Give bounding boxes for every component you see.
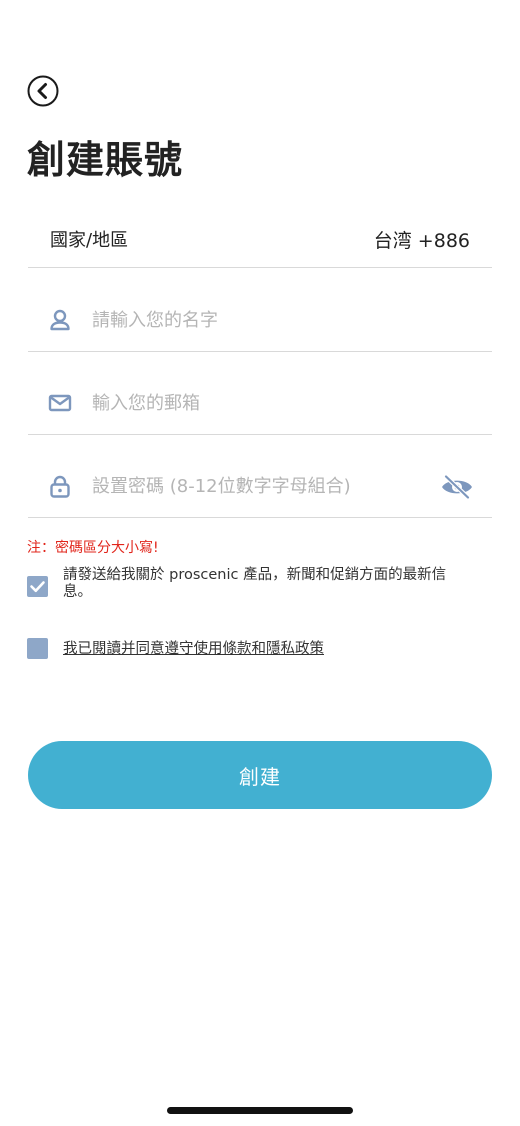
terms-checkbox[interactable] bbox=[27, 638, 48, 659]
back-button[interactable] bbox=[27, 75, 59, 107]
password-input[interactable] bbox=[92, 472, 422, 500]
create-account-button[interactable]: 創建 bbox=[28, 741, 492, 809]
lock-icon bbox=[50, 475, 70, 498]
password-case-note: 注：密碼區分大小寫! bbox=[27, 540, 159, 556]
country-label: 國家/地區 bbox=[50, 230, 129, 251]
country-selector[interactable]: 國家/地區 台湾 +886 bbox=[28, 196, 492, 268]
country-value: 台湾 +886 bbox=[373, 230, 470, 252]
eye-off-icon bbox=[442, 474, 472, 500]
home-indicator bbox=[167, 1107, 353, 1114]
newsletter-consent-text: 請發送給我關於 proscenic 產品，新聞和促銷方面的最新信息。 bbox=[63, 567, 447, 600]
chevron-left-circle-icon bbox=[27, 75, 59, 107]
checkmark-icon bbox=[30, 581, 45, 593]
email-field-row bbox=[28, 353, 492, 435]
page-title: 創建賬號 bbox=[27, 138, 184, 182]
name-input[interactable] bbox=[92, 306, 432, 334]
email-input[interactable] bbox=[92, 389, 432, 417]
user-icon bbox=[50, 309, 70, 331]
newsletter-checkbox[interactable] bbox=[27, 576, 48, 597]
password-field-row bbox=[28, 436, 492, 518]
terms-link[interactable]: 我已閱讀并同意遵守使用條款和隱私政策 bbox=[63, 637, 324, 658]
password-visibility-toggle[interactable] bbox=[440, 474, 474, 500]
envelope-icon bbox=[48, 394, 72, 412]
name-field-row bbox=[28, 270, 492, 352]
